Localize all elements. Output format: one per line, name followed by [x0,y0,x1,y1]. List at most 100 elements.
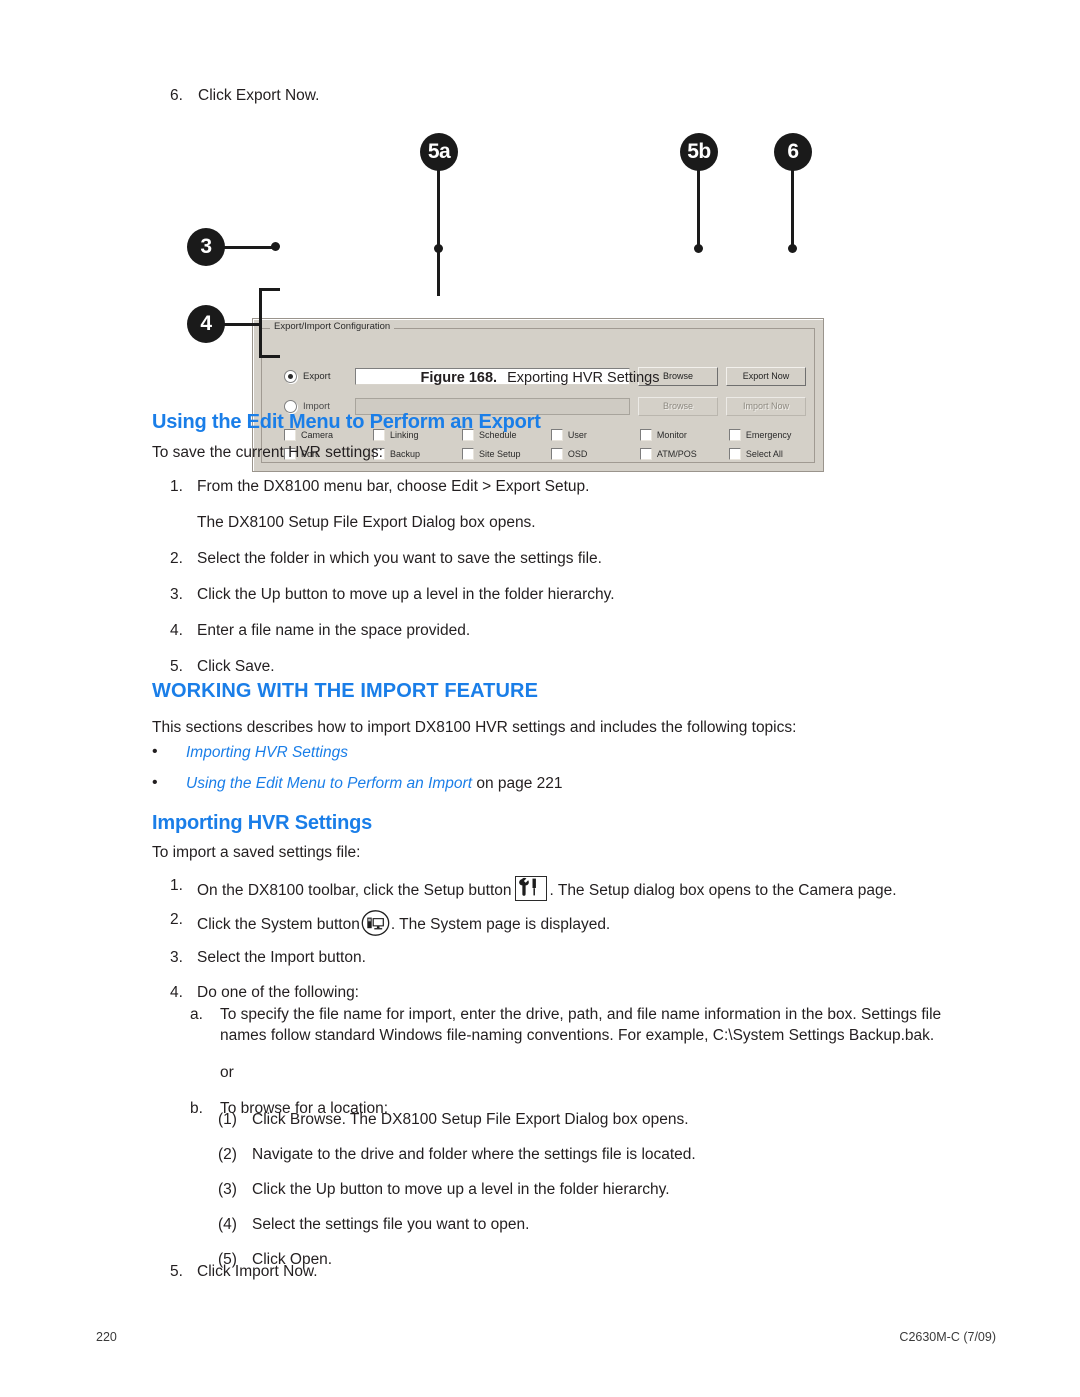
substep-text: To specify the file name for import, ent… [220,1006,942,1044]
callout-5a: 5a [420,133,458,171]
bullet-suffix: on page 221 [472,774,563,792]
step-text: Enter a file name in the space provided. [197,621,471,639]
document-code: C2630M-C (7/09) [899,1330,996,1344]
step-text-after: . The System page is displayed. [390,915,611,933]
substep-marker: b. [190,1099,203,1117]
callout-5b-leader [697,170,700,250]
top-step-item: 6. Click Export Now. [170,86,870,107]
callout-5a-leader [437,170,440,296]
list-item: • Importing HVR Settings [152,743,852,764]
figure-168: 5a 5b 6 3 4 Export/Import Configuration … [0,120,1080,472]
callout-4: 4 [187,305,225,343]
list-item: 1. On the DX8100 toolbar, click the Setu… [170,876,930,902]
import-steps-list: 1. On the DX8100 toolbar, click the Setu… [170,876,930,1019]
list-item: 2. Select the folder in which you want t… [170,549,930,570]
checkbox-emergency[interactable]: Emergency [717,428,806,441]
list-item: 5. Click Save. [170,657,930,678]
substep-text: Navigate to the drive and folder where t… [252,1145,696,1163]
step-text: Click Import Now. [197,1263,318,1280]
step-marker: 3. [170,948,183,966]
checkbox-atm-pos-label: ATM/POS [656,448,697,459]
import-sub-lead-text: To import a saved settings file: [152,844,361,861]
callout-5b-dot [694,244,703,253]
checkbox-monitor[interactable]: Monitor [628,428,717,441]
list-item: 1. From the DX8100 menu bar, choose Edit… [170,477,930,498]
step-text: The DX8100 Setup File Export Dialog box … [197,513,536,531]
substep-text: or [220,1063,234,1081]
callout-4-leader [223,323,261,326]
checkbox-select-all[interactable]: Select All [717,447,806,460]
substep-marker: (1) [218,1111,237,1128]
checkbox-site-setup-label: Site Setup [478,448,521,459]
callout-6-leader [791,170,794,250]
import-lead-text: This sections describes how to import DX… [152,719,797,736]
checkbox-user-box[interactable] [550,428,563,441]
checkbox-monitor-box[interactable] [639,428,652,441]
step-text: From the DX8100 menu bar, choose Edit > … [197,478,590,495]
list-item: 5. Click Import Now. [170,1262,930,1283]
step-marker: 2. [170,910,183,928]
system-computer-icon [361,910,390,936]
import-final-step: 5. Click Import Now. [170,1262,930,1298]
bullet-icon: • [152,743,158,760]
export-lead-text: To save the current HVR settings: [152,444,383,461]
page-number: 220 [96,1330,117,1344]
list-item: 3. Click the Up button to move up a leve… [170,585,930,606]
import-browse-button: Browse [638,396,718,416]
link-using-edit-menu-import[interactable]: Using the Edit Menu to Perform an Import [186,775,472,792]
figure-caption: Figure 168. Exporting HVR Settings [0,370,1080,386]
list-item: (4) Select the settings file you want to… [218,1215,978,1236]
checkbox-osd-box[interactable] [550,447,563,460]
substep-text: Click the Up button to move up a level i… [252,1180,670,1198]
substep-text: Click Browse. The DX8100 Setup File Expo… [252,1111,689,1128]
setup-tools-icon [514,876,547,901]
heading-importing-hvr-settings: Importing HVR Settings [152,812,373,834]
step-text: Select the Import button. [197,948,366,966]
link-importing-hvr-settings[interactable]: Importing HVR Settings [186,744,348,761]
step-marker: 4. [170,983,183,1001]
step-marker: 1. [170,877,183,894]
checkbox-select-all-label: Select All [745,448,783,459]
step-text-after: . The Setup dialog box opens to the Came… [549,882,897,899]
substep-marker: (3) [218,1180,237,1198]
checkbox-emergency-box[interactable] [728,428,741,441]
figure-caption-text: Exporting HVR Settings [507,370,660,386]
callout-3-leader [223,246,277,249]
checkbox-atm-pos[interactable]: ATM/POS [628,447,717,460]
checkbox-atm-pos-box[interactable] [639,447,652,460]
step-text: Click Save. [197,657,275,675]
list-item: or [190,1063,990,1084]
callout-5b: 5b [680,133,718,171]
list-item: 3. Select the Import button. [170,948,930,969]
substep-marker: (4) [218,1215,237,1233]
checkbox-site-setup[interactable]: Site Setup [450,447,539,460]
list-item: 2. Click the System button . The System p… [170,910,930,936]
bullet-icon: • [152,773,158,791]
step-marker: 5. [170,1263,183,1280]
checkbox-emergency-label: Emergency [745,429,792,440]
step-marker: 5. [170,657,183,675]
checkbox-site-setup-box[interactable] [461,447,474,460]
step-text: Do one of the following: [197,983,359,1001]
figure-caption-label: Figure 168. [420,370,498,386]
checkbox-osd-label: OSD [567,448,588,459]
step-marker: 2. [170,549,183,567]
substep-marker: a. [190,1006,203,1023]
checkbox-select-all-box[interactable] [728,447,741,460]
export-steps-list: 1. From the DX8100 menu bar, choose Edit… [170,477,930,693]
step-text: Select the folder in which you want to s… [197,549,602,567]
callout-3: 3 [187,228,225,266]
callout-5a-dot [434,244,443,253]
step-text-before: On the DX8100 toolbar, click the Setup b… [197,882,512,899]
import-paren-steps: (1) Click Browse. The DX8100 Setup File … [218,1110,978,1285]
list-item: a. To specify the file name for import, … [190,1005,990,1047]
list-item: (1) Click Browse. The DX8100 Setup File … [218,1110,978,1131]
checkbox-monitor-label: Monitor [656,429,687,440]
step-marker: 4. [170,621,183,639]
callout-6-dot [788,244,797,253]
checkbox-osd[interactable]: OSD [539,447,628,460]
list-item: The DX8100 Setup File Export Dialog box … [170,513,930,534]
checkbox-user[interactable]: User [539,428,628,441]
heading-working-with-import-feature: WORKING WITH THE IMPORT FEATURE [152,680,539,702]
list-item: (3) Click the Up button to move up a lev… [218,1180,978,1201]
